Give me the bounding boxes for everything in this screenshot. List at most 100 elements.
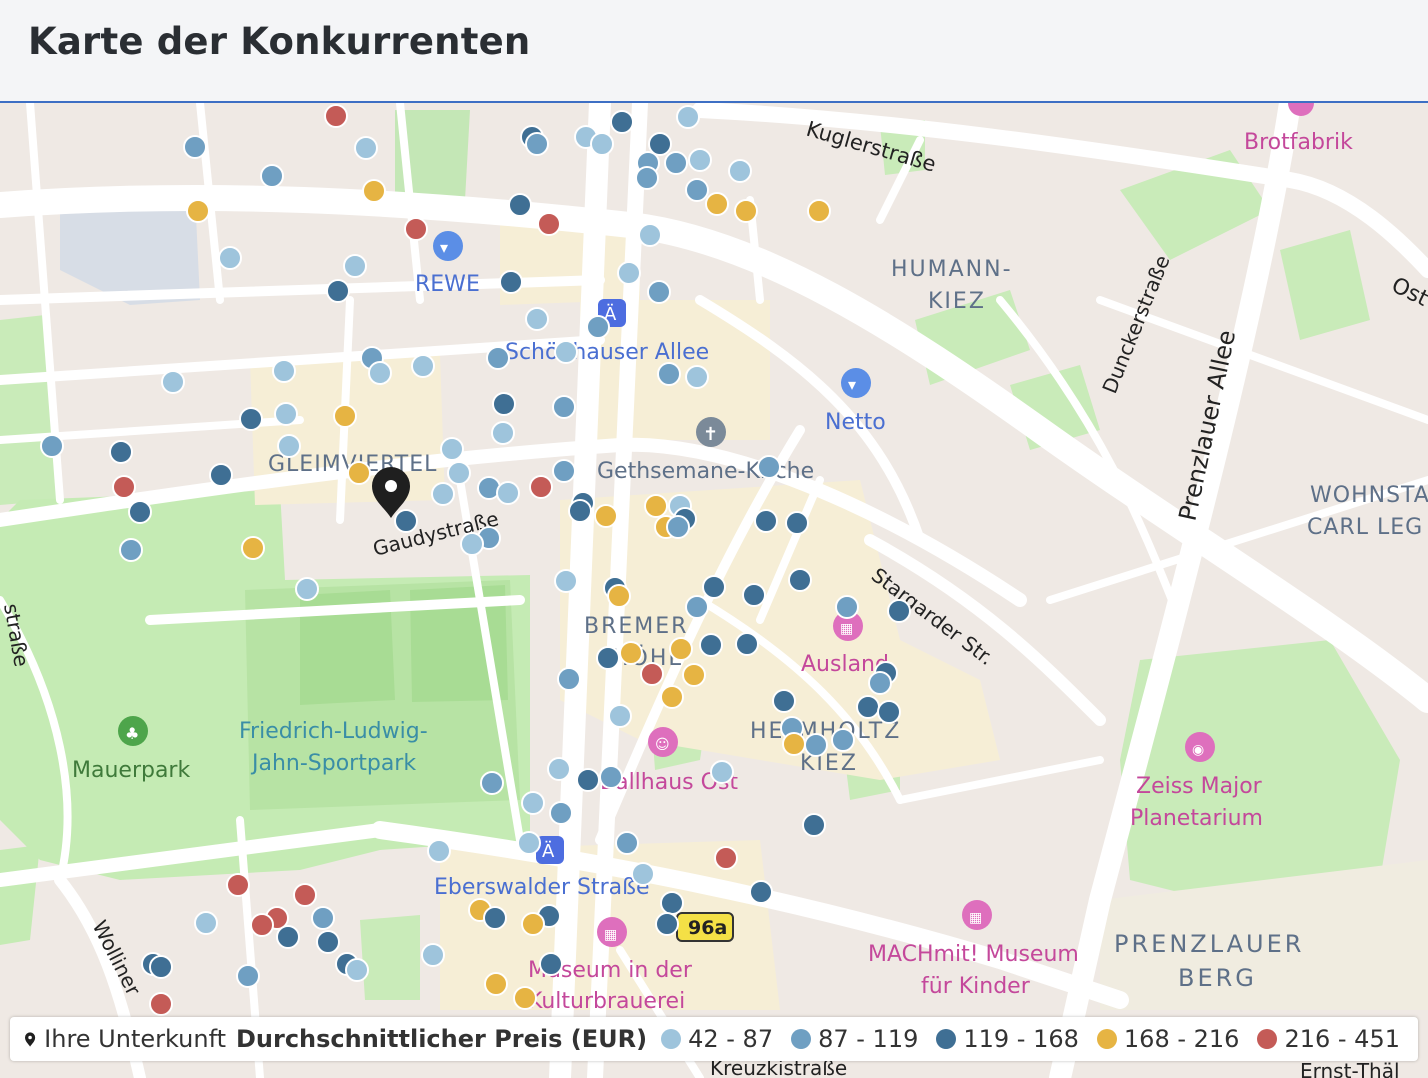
competitor-marker[interactable]: [635, 166, 659, 190]
competitor-marker[interactable]: [608, 704, 632, 728]
competitor-marker[interactable]: [655, 912, 679, 936]
competitor-marker[interactable]: [856, 695, 880, 719]
competitor-marker[interactable]: [742, 583, 766, 607]
competitor-marker[interactable]: [272, 359, 296, 383]
competitor-marker[interactable]: [539, 952, 563, 976]
competitor-marker[interactable]: [492, 392, 516, 416]
competitor-marker[interactable]: [517, 831, 541, 855]
competitor-marker[interactable]: [599, 765, 623, 789]
competitor-marker[interactable]: [868, 671, 892, 695]
competitor-marker[interactable]: [345, 958, 369, 982]
competitor-marker[interactable]: [710, 760, 734, 784]
competitor-marker[interactable]: [807, 199, 831, 223]
competitor-marker[interactable]: [685, 595, 709, 619]
competitor-marker[interactable]: [295, 577, 319, 601]
competitor-marker[interactable]: [525, 307, 549, 331]
competitor-marker[interactable]: [347, 461, 371, 485]
competitor-marker[interactable]: [702, 575, 726, 599]
competitor-marker[interactable]: [40, 434, 64, 458]
competitor-marker[interactable]: [209, 463, 233, 487]
competitor-marker[interactable]: [617, 261, 641, 285]
competitor-marker[interactable]: [521, 912, 545, 936]
competitor-marker[interactable]: [499, 270, 523, 294]
competitor-marker[interactable]: [404, 217, 428, 241]
competitor-marker[interactable]: [277, 434, 301, 458]
competitor-marker[interactable]: [311, 906, 335, 930]
competitor-marker[interactable]: [186, 199, 210, 223]
competitor-marker[interactable]: [109, 440, 133, 464]
competitor-marker[interactable]: [480, 771, 504, 795]
competitor-marker[interactable]: [537, 212, 561, 236]
competitor-marker[interactable]: [804, 733, 828, 757]
competitor-marker[interactable]: [657, 362, 681, 386]
competitor-marker[interactable]: [239, 407, 263, 431]
competitor-marker[interactable]: [112, 475, 136, 499]
competitor-marker[interactable]: [394, 509, 418, 533]
competitor-marker[interactable]: [757, 455, 781, 479]
competitor-marker[interactable]: [427, 839, 451, 863]
competitor-marker[interactable]: [508, 193, 532, 217]
competitor-marker[interactable]: [274, 402, 298, 426]
competitor-marker[interactable]: [568, 499, 592, 523]
competitor-marker[interactable]: [772, 689, 796, 713]
competitor-marker[interactable]: [788, 568, 812, 592]
competitor-marker[interactable]: [276, 925, 300, 949]
competitor-marker[interactable]: [552, 459, 576, 483]
competitor-marker[interactable]: [484, 972, 508, 996]
competitor-marker[interactable]: [183, 135, 207, 159]
map-view[interactable]: Kuglerstraße Brotfabrik HUMANN- KIEZ REW…: [0, 103, 1428, 1078]
competitor-marker[interactable]: [354, 136, 378, 160]
competitor-marker[interactable]: [749, 880, 773, 904]
competitor-marker[interactable]: [631, 862, 655, 886]
competitor-marker[interactable]: [887, 599, 911, 623]
competitor-marker[interactable]: [648, 132, 672, 156]
competitor-marker[interactable]: [685, 178, 709, 202]
competitor-marker[interactable]: [368, 361, 392, 385]
competitor-marker[interactable]: [685, 365, 709, 389]
competitor-marker[interactable]: [194, 911, 218, 935]
competitor-marker[interactable]: [529, 475, 553, 499]
competitor-marker[interactable]: [554, 340, 578, 364]
competitor-marker[interactable]: [586, 315, 610, 339]
competitor-marker[interactable]: [596, 646, 620, 670]
competitor-marker[interactable]: [734, 199, 758, 223]
competitor-marker[interactable]: [552, 395, 576, 419]
competitor-marker[interactable]: [149, 955, 173, 979]
competitor-marker[interactable]: [735, 632, 759, 656]
competitor-marker[interactable]: [362, 179, 386, 203]
competitor-marker[interactable]: [699, 633, 723, 657]
competitor-marker[interactable]: [149, 992, 173, 1016]
competitor-marker[interactable]: [128, 500, 152, 524]
competitor-marker[interactable]: [333, 404, 357, 428]
competitor-marker[interactable]: [831, 728, 855, 752]
competitor-marker[interactable]: [218, 246, 242, 270]
competitor-marker[interactable]: [447, 461, 471, 485]
competitor-marker[interactable]: [549, 801, 573, 825]
competitor-marker[interactable]: [421, 943, 445, 967]
competitor-marker[interactable]: [666, 515, 690, 539]
competitor-marker[interactable]: [554, 569, 578, 593]
competitor-marker[interactable]: [647, 280, 671, 304]
competitor-marker[interactable]: [782, 732, 806, 756]
competitor-marker[interactable]: [236, 964, 260, 988]
competitor-marker[interactable]: [615, 831, 639, 855]
competitor-marker[interactable]: [802, 813, 826, 837]
competitor-marker[interactable]: [483, 906, 507, 930]
competitor-marker[interactable]: [594, 504, 618, 528]
competitor-marker[interactable]: [119, 538, 143, 562]
competitor-marker[interactable]: [525, 132, 549, 156]
competitor-marker[interactable]: [660, 685, 684, 709]
competitor-marker[interactable]: [590, 132, 614, 156]
competitor-marker[interactable]: [411, 354, 435, 378]
competitor-marker[interactable]: [293, 883, 317, 907]
competitor-marker[interactable]: [610, 110, 634, 134]
competitor-marker[interactable]: [638, 223, 662, 247]
competitor-marker[interactable]: [250, 913, 274, 937]
competitor-marker[interactable]: [496, 481, 520, 505]
competitor-marker[interactable]: [547, 757, 571, 781]
competitor-marker[interactable]: [324, 104, 348, 128]
competitor-marker[interactable]: [640, 662, 664, 686]
competitor-marker[interactable]: [513, 986, 537, 1010]
competitor-marker[interactable]: [619, 641, 643, 665]
competitor-marker[interactable]: [521, 791, 545, 815]
